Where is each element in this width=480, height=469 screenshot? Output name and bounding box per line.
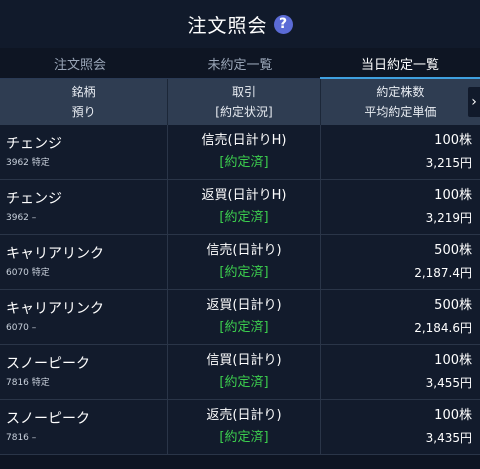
column-header-trade: 取引 [約定状況] — [168, 79, 321, 125]
column-header: 銘柄 預り 取引 [約定状況] 約定株数 平均約定単価 › — [0, 79, 480, 125]
execution-status: [約定済] — [219, 155, 269, 170]
issue-code: 6070 特定 — [6, 268, 50, 278]
issue-code: 3962 特定 — [6, 158, 50, 168]
issue-name: スノーピーク — [6, 411, 90, 427]
column-label-avg-price: 平均約定単価 — [364, 105, 437, 119]
trade-type: 返売(日計り) — [206, 408, 282, 423]
issue-name: チェンジ — [6, 136, 62, 152]
trade-type: 信売(日計り) — [206, 243, 282, 258]
avg-executed-price: 2,184.6円 — [414, 321, 472, 335]
column-label-custody: 預り — [71, 105, 96, 119]
column-header-quantity: 約定株数 平均約定単価 — [321, 79, 480, 125]
execution-list: チェンジ 3962 特定 信売(日計りH) [約定済] 100株 3,215円 … — [0, 125, 480, 455]
column-label-issue: 銘柄 — [71, 85, 96, 99]
issue-name: キャリアリンク — [6, 246, 104, 262]
column-label-status: [約定状況] — [215, 105, 273, 119]
trade-type: 信売(日計りH) — [201, 133, 287, 148]
executed-quantity: 100株 — [434, 353, 472, 368]
table-row[interactable]: チェンジ 3962 – 返買(日計りH) [約定済] 100株 3,219円 — [0, 180, 480, 235]
executed-quantity: 100株 — [434, 133, 472, 148]
table-row[interactable]: キャリアリンク 6070 特定 信売(日計り) [約定済] 500株 2,187… — [0, 235, 480, 290]
avg-executed-price: 2,187.4円 — [414, 266, 472, 280]
execution-status: [約定済] — [219, 210, 269, 225]
execution-status: [約定済] — [219, 430, 269, 445]
page-title: 注文照会 — [187, 14, 268, 37]
table-row[interactable]: チェンジ 3962 特定 信売(日計りH) [約定済] 100株 3,215円 — [0, 125, 480, 180]
issue-code: 7816 – — [6, 433, 37, 443]
execution-status: [約定済] — [219, 375, 269, 390]
column-label-trade: 取引 — [231, 85, 256, 99]
help-icon[interactable]: ? — [273, 14, 293, 34]
tab-unexecuted-list[interactable]: 未約定一覧 — [160, 48, 320, 78]
execution-status: [約定済] — [219, 265, 269, 280]
trade-type: 返買(日計り) — [206, 298, 282, 313]
column-label-quantity: 約定株数 — [376, 85, 425, 99]
table-row[interactable]: スノーピーク 7816 特定 信買(日計り) [約定済] 100株 3,455円 — [0, 345, 480, 400]
tab-bar: 注文照会 未約定一覧 当日約定一覧 — [0, 48, 480, 79]
tab-order-inquiry[interactable]: 注文照会 — [0, 48, 160, 78]
table-row[interactable]: スノーピーク 7816 – 返売(日計り) [約定済] 100株 3,435円 — [0, 400, 480, 455]
tab-today-executed-list[interactable]: 当日約定一覧 — [320, 48, 480, 79]
executed-quantity: 100株 — [434, 408, 472, 423]
table-row[interactable]: キャリアリンク 6070 – 返買(日計り) [約定済] 500株 2,184.… — [0, 290, 480, 345]
issue-code: 6070 – — [6, 323, 37, 333]
column-header-issue: 銘柄 預り — [0, 79, 169, 125]
avg-executed-price: 3,215円 — [425, 156, 472, 170]
avg-executed-price: 3,455円 — [425, 376, 472, 390]
trade-type: 返買(日計りH) — [201, 188, 287, 203]
executed-quantity: 500株 — [434, 298, 472, 313]
issue-name: キャリアリンク — [6, 301, 104, 317]
issue-code: 7816 特定 — [6, 378, 50, 388]
chevron-right-icon[interactable]: › — [468, 87, 480, 117]
avg-executed-price: 3,219円 — [425, 211, 472, 225]
executed-quantity: 100株 — [434, 188, 472, 203]
issue-name: チェンジ — [6, 191, 62, 207]
executed-quantity: 500株 — [434, 243, 472, 258]
issue-code: 3962 – — [6, 213, 37, 223]
issue-name: スノーピーク — [6, 356, 90, 372]
execution-status: [約定済] — [219, 320, 269, 335]
avg-executed-price: 3,435円 — [425, 431, 472, 445]
trade-type: 信買(日計り) — [206, 353, 282, 368]
app-header: 注文照会 ? — [0, 0, 480, 48]
